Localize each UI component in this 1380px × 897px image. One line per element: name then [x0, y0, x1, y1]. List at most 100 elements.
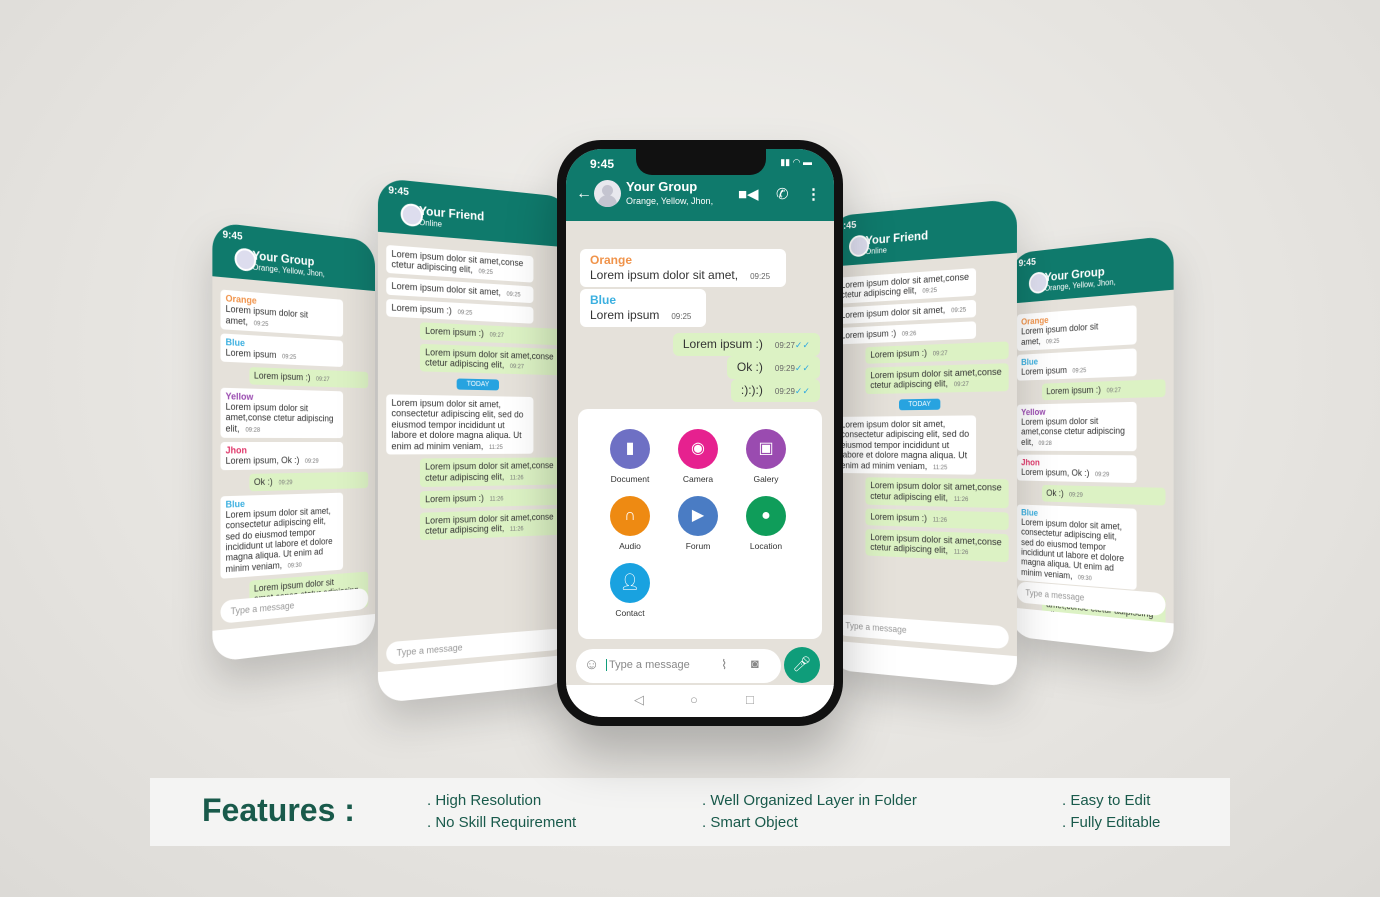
message-time: 09:27 [953, 382, 969, 389]
message-received: Blue Lorem ipsum 09:25 [580, 289, 706, 327]
message-received: Lorem ipsum :) 09:26 [836, 321, 976, 345]
message-sent: Lorem ipsum dolor sit amet,conse ctetur … [865, 363, 1009, 395]
message-received: Orange Lorem ipsum dolor sit amet, 09:25 [580, 249, 786, 287]
message-time: 09:29 [1095, 472, 1110, 479]
message-received: Lorem ipsum :) 09:25 [386, 298, 534, 324]
message-time: 11:25 [933, 464, 948, 471]
headphones-icon: ∩ [610, 496, 650, 536]
chat-header: 9:45 ▮▮ ◠ ▬ ← Your Group Orange, Yellow,… [566, 149, 834, 221]
message-received: Lorem ipsum dolor sit amet, 09:25 [836, 300, 976, 325]
message-placeholder[interactable]: Type a message [606, 659, 690, 671]
message-time: 09:27 [489, 332, 504, 340]
camera-icon[interactable]: ◙ [751, 656, 759, 671]
message-sent: Lorem ipsum dolor sit amet,conse ctetur … [420, 343, 564, 376]
feature-item: . Well Organized Layer in Folder [702, 792, 917, 809]
attachment-label: Camera [682, 474, 714, 484]
nav-back-icon[interactable]: ◁ [634, 692, 644, 708]
date-divider: TODAY [898, 398, 941, 411]
message-sent: Lorem ipsum :) 09:27✓✓ [672, 333, 820, 356]
features-banner: Features : . High Resolution . No Skill … [150, 778, 1230, 846]
message-received: Orange Lorem ipsum dolor sit amet, 09:25 [1016, 305, 1137, 351]
sender-name: Blue [590, 293, 617, 307]
message-text: Lorem ipsum, Ok :) [1021, 467, 1090, 478]
message-received: Lorem ipsum dolor sit amet,conse ctetur … [836, 268, 976, 305]
gallery-icon: ▣ [746, 429, 786, 469]
message-time: 09:28 [1038, 440, 1052, 447]
document-icon: ▮ [610, 429, 650, 469]
nav-recents-icon[interactable]: □ [746, 692, 754, 707]
message-text: Ok :) [253, 476, 273, 487]
message-time: 09:25 [951, 307, 967, 315]
message-time: 09:25 [922, 288, 937, 296]
message-received: Yellow Lorem ipsum dolor sit amet,conse c… [220, 387, 344, 438]
attachment-label: Audio [619, 541, 641, 551]
attachment-location[interactable]: ● Location [731, 496, 801, 551]
attachment-document[interactable]: ▮ Document [595, 429, 665, 484]
attachment-galery[interactable]: ▣ Galery [731, 429, 801, 484]
attachment-camera[interactable]: ◉ Camera [663, 429, 733, 484]
main-phone: 9:45 ▮▮ ◠ ▬ ← Your Group Orange, Yellow,… [557, 140, 843, 726]
attachment-contact[interactable]: 👤︎ Contact [595, 563, 665, 618]
contact-icon: 👤︎ [610, 563, 650, 603]
message-received: Yellow Lorem ipsum dolor sit amet,conse c… [1016, 401, 1137, 451]
chat-title[interactable]: Your Group [626, 179, 697, 194]
message-time: 09:29 [774, 364, 795, 373]
message-received: Blue Lorem ipsum 09:25 [220, 332, 344, 367]
message-time: 09:29 [304, 458, 319, 465]
more-options-icon[interactable]: ⋮ [806, 185, 821, 203]
message-sent: :):):) 09:29✓✓ [730, 379, 820, 402]
message-time: 11:26 [953, 496, 969, 503]
message-received: Blue Lorem ipsum dolor sit amet, consecte… [220, 492, 344, 579]
message-text: Lorem ipsum dolor sit amet,conse ctetur … [425, 460, 554, 483]
sender-name: Orange [590, 253, 633, 267]
message-sent: Lorem ipsum :) 09:27 [420, 322, 564, 346]
message-text: Lorem ipsum dolor sit amet,conse ctetur … [870, 531, 1002, 556]
emoji-icon[interactable]: ☺ [584, 656, 599, 673]
message-text: Lorem ipsum dolor sit amet,conse ctetur … [225, 401, 334, 434]
message-text: Lorem ipsum [225, 347, 277, 360]
message-sent: Lorem ipsum :) 11:26 [420, 487, 564, 509]
message-time: 09:29 [278, 479, 293, 487]
message-input[interactable]: ☺ Type a message ⌇ ◙ [576, 649, 781, 683]
message-time: 09:30 [287, 562, 302, 570]
group-avatar[interactable] [594, 180, 621, 207]
attachment-label: Location [749, 541, 783, 551]
message-text: Lorem ipsum [590, 308, 660, 322]
message-time: 09:25 [457, 310, 473, 317]
message-time: 11:25 [489, 444, 503, 451]
message-time: 09:25 [671, 312, 692, 321]
message-received: Jhon Lorem ipsum, Ok :) 09:29 [220, 441, 344, 471]
phone-call-icon[interactable]: ✆ [776, 185, 789, 203]
message-received: Orange Lorem ipsum dolor sit amet, 09:25 [220, 289, 344, 337]
location-pin-icon: ● [746, 496, 786, 536]
back-arrow-icon[interactable]: ← [576, 185, 592, 203]
message-text: Lorem ipsum dolor sit amet,conse ctetur … [840, 271, 970, 301]
message-time: 09:25 [282, 354, 297, 361]
message-time: 09:26 [901, 331, 917, 338]
message-text: Lorem ipsum dolor sit amet, consectetur … [840, 418, 970, 471]
video-link-icon: ▶ [678, 496, 718, 536]
message-time: 09:30 [1077, 575, 1092, 583]
message-text: Ok :) [736, 360, 763, 374]
attachment-forum[interactable]: ▶ Forum [663, 496, 733, 551]
message-time: 09:25 [750, 272, 771, 281]
phone-notch [636, 149, 766, 175]
nav-home-icon[interactable]: ○ [690, 692, 698, 707]
paperclip-icon[interactable]: ⌇ [721, 657, 727, 673]
message-text: Lorem ipsum dolor sit amet,conse ctetur … [425, 346, 554, 371]
message-text: Lorem ipsum dolor sit amet, consectetur … [225, 505, 333, 575]
attachment-audio[interactable]: ∩ Audio [595, 496, 665, 551]
microphone-button[interactable]: 🎤︎ [784, 647, 820, 683]
message-time: 11:26 [953, 549, 969, 557]
read-ticks-icon: ✓✓ [794, 386, 810, 396]
message-text: Lorem ipsum :) [682, 337, 763, 351]
message-time: 09:27 [315, 376, 330, 383]
attachment-label: Contact [615, 608, 645, 618]
read-ticks-icon: ✓✓ [794, 340, 810, 350]
message-text: Lorem ipsum :) [870, 511, 927, 523]
camera-icon: ◉ [678, 429, 718, 469]
message-time: 09:25 [478, 269, 493, 277]
feature-item: . High Resolution [427, 792, 542, 809]
video-call-icon[interactable]: ■◀ [738, 185, 759, 203]
message-sent: Lorem ipsum :) 09:27 [249, 366, 369, 389]
